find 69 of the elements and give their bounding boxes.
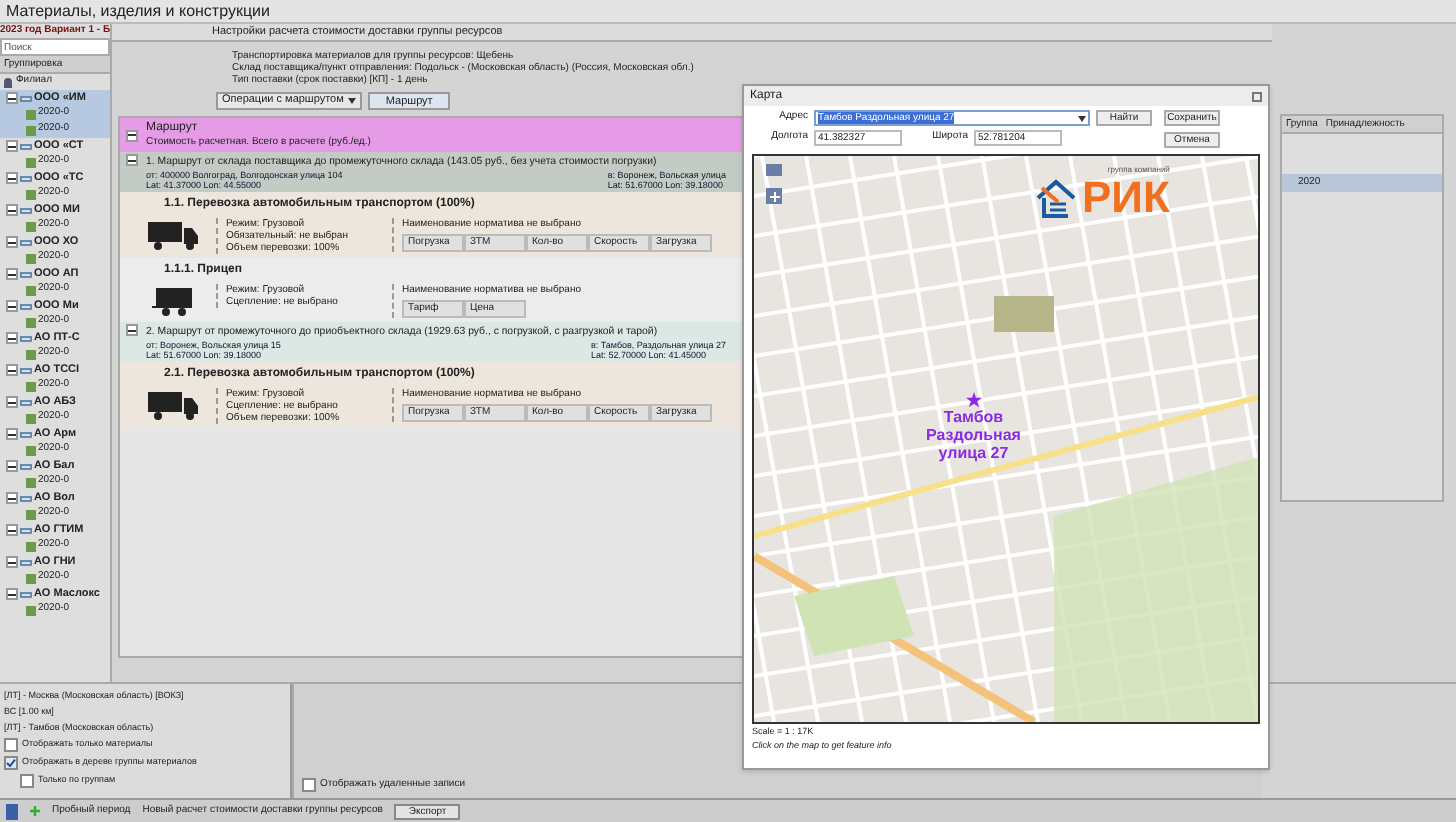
document-icon — [26, 541, 36, 551]
caret-icon — [1078, 115, 1086, 121]
folder-icon — [20, 271, 32, 277]
maximize-icon[interactable] — [1252, 91, 1262, 101]
collapse-toggle[interactable] — [6, 172, 18, 184]
house-logo-icon — [1034, 178, 1078, 218]
folder-icon — [20, 95, 32, 101]
checkbox[interactable] — [302, 777, 316, 792]
checkbox[interactable] — [4, 756, 18, 770]
collapse-toggle[interactable] — [6, 300, 18, 312]
document-icon — [26, 349, 36, 359]
collapse-toggle[interactable] — [6, 556, 18, 568]
caret-icon — [347, 98, 356, 104]
folder-icon — [20, 495, 32, 501]
collapse-toggle[interactable] — [6, 492, 18, 504]
document-icon — [26, 221, 36, 231]
document-icon — [26, 573, 36, 583]
document-icon — [26, 413, 36, 423]
logo-text: РИК — [1082, 176, 1170, 220]
folder-icon — [20, 591, 32, 597]
document-icon — [26, 317, 36, 327]
collapse-toggle[interactable] — [126, 129, 138, 141]
folder-icon — [20, 463, 32, 469]
collapse-toggle[interactable] — [126, 324, 138, 336]
folder-icon — [20, 143, 32, 149]
folder-icon — [20, 239, 32, 245]
folder-icon — [20, 335, 32, 341]
zoom-in-icon[interactable] — [766, 188, 782, 204]
truck-icon — [148, 222, 200, 250]
collapse-toggle[interactable] — [126, 154, 138, 166]
collapse-toggle[interactable] — [6, 268, 18, 280]
folder-icon — [20, 367, 32, 373]
collapse-toggle[interactable] — [6, 428, 18, 440]
document-icon — [26, 285, 36, 295]
folder-icon — [20, 399, 32, 405]
person-icon — [4, 77, 12, 87]
truck-icon — [148, 392, 200, 420]
document-icon — [26, 381, 36, 391]
folder-icon — [20, 175, 32, 181]
window-title: Материалы, изделия и конструкции — [0, 0, 1456, 24]
folder-icon — [20, 207, 32, 213]
document-icon — [26, 189, 36, 199]
collapse-toggle[interactable] — [6, 92, 18, 104]
document-icon — [26, 509, 36, 519]
star-marker-icon — [965, 392, 982, 408]
collapse-toggle[interactable] — [6, 524, 18, 536]
checkbox[interactable] — [20, 774, 34, 788]
marker-label: Тамбов Раздольная улица 27 — [926, 408, 1021, 462]
collapse-toggle[interactable] — [6, 588, 18, 600]
document-icon — [26, 157, 36, 167]
folder-icon — [20, 527, 32, 533]
collapse-toggle[interactable] — [6, 364, 18, 376]
trailer-icon — [152, 288, 196, 316]
folder-icon — [20, 559, 32, 565]
folder-icon — [20, 303, 32, 309]
collapse-toggle[interactable] — [6, 396, 18, 408]
checkbox[interactable] — [4, 738, 18, 752]
collapse-toggle[interactable] — [6, 236, 18, 248]
plus-icon — [30, 806, 40, 816]
collapse-toggle[interactable] — [6, 204, 18, 216]
collapse-toggle[interactable] — [6, 140, 18, 152]
collapse-toggle[interactable] — [6, 460, 18, 472]
document-icon — [26, 445, 36, 455]
document-icon — [26, 605, 36, 615]
document-icon — [26, 477, 36, 487]
app-icon — [6, 803, 18, 819]
folder-icon — [20, 431, 32, 437]
collapse-toggle[interactable] — [6, 332, 18, 344]
document-icon — [26, 253, 36, 263]
